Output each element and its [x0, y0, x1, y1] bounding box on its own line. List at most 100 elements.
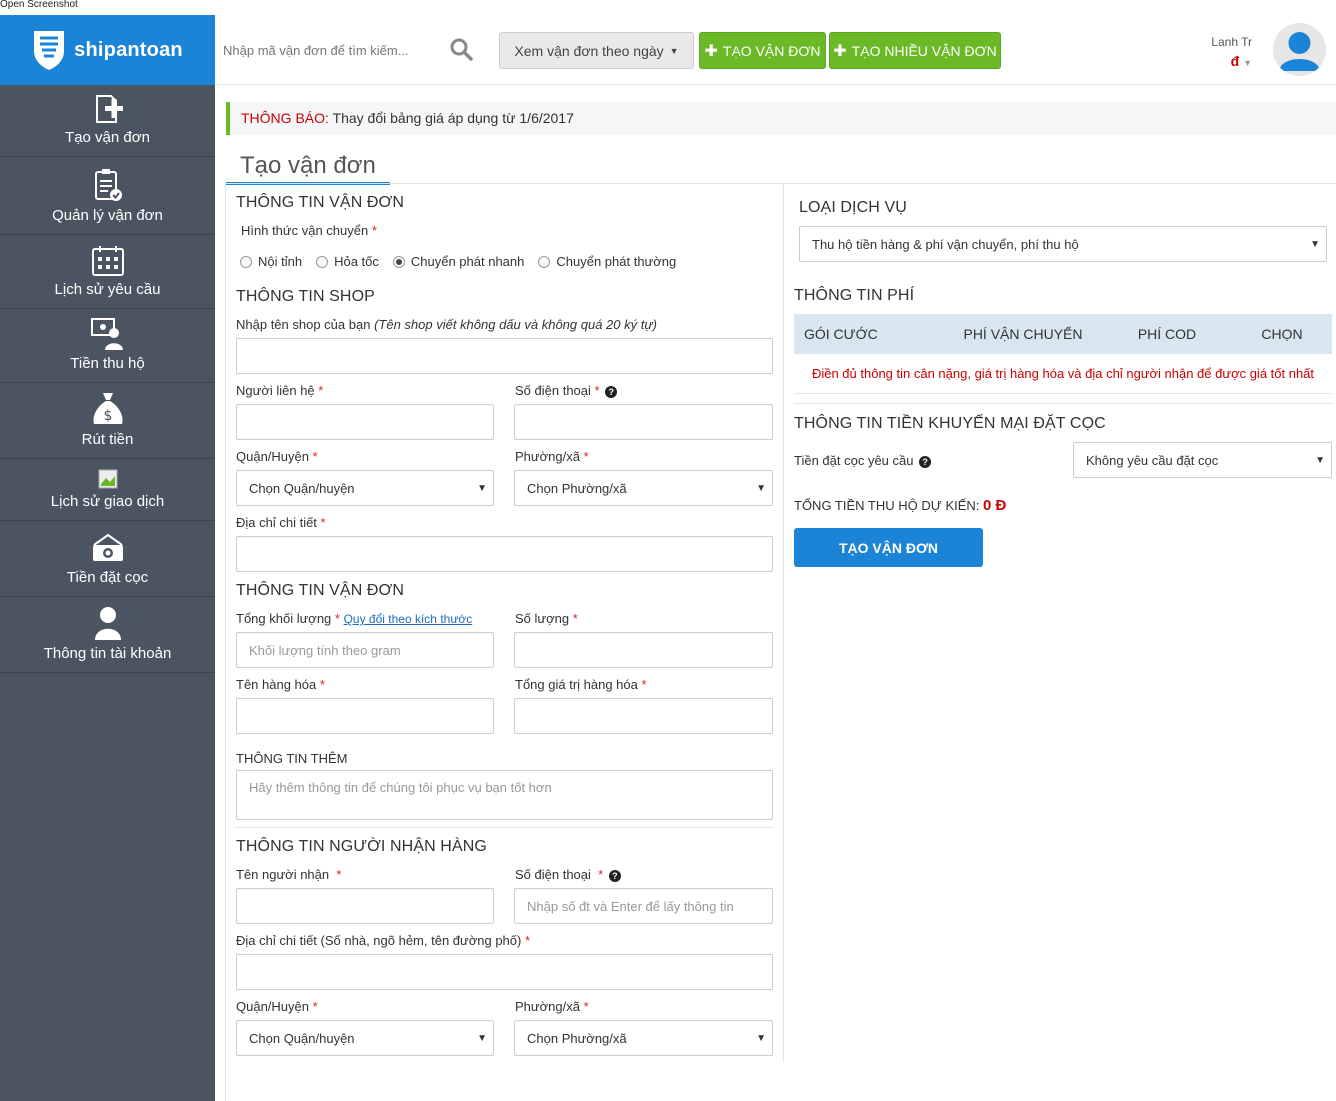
- submit-create-order-button[interactable]: TẠO VẬN ĐƠN: [794, 528, 983, 567]
- sidebar-item-request-history[interactable]: Lịch sử yêu cầu: [0, 235, 215, 309]
- shop-address-label: Địa chỉ chi tiết *: [236, 515, 326, 530]
- sidebar-item-create-order[interactable]: Tạo vận đơn: [0, 85, 215, 157]
- radio-noi-tinh[interactable]: Nội tỉnh: [240, 254, 302, 269]
- receiver-name-input[interactable]: [236, 888, 494, 924]
- caret-down-icon: ▼: [1243, 58, 1252, 68]
- shop-address-input[interactable]: [236, 536, 773, 572]
- service-type-select[interactable]: Thu hộ tiền hàng & phí vận chuyển, phí t…: [799, 226, 1327, 262]
- top-header: Xem vận đơn theo ngày ▼ ✚ TẠO VẬN ĐƠN ✚ …: [215, 15, 1336, 85]
- brand-logo[interactable]: shipantoan: [0, 15, 215, 85]
- section-title-fee-info: THÔNG TIN PHÍ: [794, 287, 915, 304]
- view-by-date-label: Xem vận đơn theo ngày: [514, 42, 664, 59]
- divider: [225, 183, 226, 1101]
- sidebar-item-transaction-history[interactable]: Lịch sử giao dịch: [0, 459, 215, 521]
- total-cod-value: 0 Đ: [983, 497, 1007, 514]
- column-header: CHỌN: [1261, 326, 1303, 342]
- sidebar-item-manage-orders[interactable]: Quản lý vận đơn: [0, 157, 215, 235]
- sidebar-item-withdraw[interactable]: $ Rút tiền: [0, 383, 215, 459]
- radio-chuyen-phat-nhanh[interactable]: Chuyển phát nhanh: [392, 254, 524, 269]
- sidebar-item-cod[interactable]: Tiền thu hộ: [0, 309, 215, 383]
- receiver-address-input[interactable]: [236, 954, 773, 990]
- notice-bar: THÔNG BÁO: Thay đổi bảng giá áp dụng từ …: [226, 102, 1336, 135]
- shop-name-label: Nhập tên shop của bạn (Tên shop viết khô…: [236, 317, 657, 332]
- clipboard-check-icon: [94, 169, 122, 201]
- sidebar-item-deposit[interactable]: Tiền đặt cọc: [0, 521, 215, 597]
- radio-hoa-toc[interactable]: Hỏa tốc: [316, 254, 379, 269]
- radio-circle: [538, 255, 551, 268]
- goods-name-input[interactable]: [236, 698, 494, 734]
- goods-value-input[interactable]: [514, 698, 773, 734]
- radio-chuyen-phat-thuong[interactable]: Chuyển phát thường: [538, 254, 676, 269]
- caret-down-icon: ▼: [669, 45, 679, 56]
- contact-input[interactable]: [236, 404, 494, 440]
- help-icon[interactable]: ?: [608, 869, 621, 882]
- shop-phone-input[interactable]: [514, 404, 773, 440]
- column-header: PHÍ VẬN CHUYỂN: [963, 326, 1083, 342]
- receiver-ward-select[interactable]: Chọn Phường/xã ▼: [514, 1020, 773, 1056]
- shipping-method-label: Hình thức vận chuyển *: [241, 223, 377, 238]
- radio-circle: [316, 255, 329, 268]
- user-menu[interactable]: Lanh Tr đ ▼: [1211, 35, 1252, 69]
- plus-icon: ✚: [833, 42, 847, 60]
- extra-info-textarea[interactable]: Hãy thêm thông tin để chúng tôi phục vụ …: [236, 770, 773, 820]
- svg-text:$: $: [103, 408, 112, 424]
- user-name: Lanh Tr: [1211, 35, 1252, 47]
- create-order-label: TẠO VẬN ĐƠN: [722, 42, 821, 59]
- sidebar-item-label: Lịch sử yêu cầu: [54, 281, 161, 298]
- help-icon[interactable]: ?: [919, 455, 932, 468]
- caret-down-icon: ▼: [477, 482, 487, 494]
- weight-input[interactable]: Khối lượng tính theo gram: [236, 632, 494, 668]
- receiver-name-label: Tên người nhận *: [236, 867, 342, 882]
- deposit-select[interactable]: Không yêu cầu đặt cọc ▼: [1073, 442, 1332, 478]
- deposit-label: Tiền đặt cọc yêu cầu ?: [794, 453, 932, 468]
- quantity-label: Số lượng *: [515, 611, 578, 626]
- shipping-method-radios: Nội tỉnh Hỏa tốc Chuyển phát nhanh Chuyể…: [240, 254, 690, 269]
- help-icon[interactable]: ?: [605, 385, 618, 398]
- weight-label: Tổng khối lượng * Quy đổi theo kích thướ…: [236, 611, 473, 626]
- cash-icon: [92, 533, 123, 561]
- sidebar-item-account[interactable]: Thông tin tài khoản: [0, 597, 215, 673]
- view-by-date-dropdown[interactable]: Xem vận đơn theo ngày ▼: [499, 32, 694, 69]
- user-money-icon: [90, 318, 123, 350]
- section-title-shop-info: THÔNG TIN SHOP: [236, 288, 375, 305]
- shop-ward-select[interactable]: Chọn Phường/xã ▼: [514, 470, 773, 506]
- sidebar: shipantoan Tạo vận đơn Quản lý vận đơn L…: [0, 15, 215, 1101]
- avatar[interactable]: [1273, 23, 1326, 76]
- money-bag-icon: $: [93, 393, 122, 424]
- section-title-order-info: THÔNG TIN VẬN ĐƠN: [236, 194, 405, 211]
- brand-name: shipantoan: [74, 38, 183, 61]
- contact-label: Người liên hệ *: [236, 383, 324, 398]
- divider: [226, 183, 1336, 184]
- shop-name-input[interactable]: [236, 338, 773, 374]
- column-header: GÓI CƯỚC: [804, 326, 878, 342]
- search-input[interactable]: [223, 37, 443, 63]
- convert-by-size-link[interactable]: Quy đổi theo kích thước: [344, 612, 473, 626]
- search-icon[interactable]: [449, 37, 473, 66]
- create-multiple-orders-button[interactable]: ✚ TẠO NHIỀU VẬN ĐƠN: [829, 32, 1001, 69]
- receiver-phone-input[interactable]: Nhập số đt và Enter để lấy thông tin: [514, 888, 773, 924]
- caret-down-icon: ▼: [756, 1032, 766, 1044]
- fee-table-header: GÓI CƯỚC PHÍ VẬN CHUYỂN PHÍ COD CHỌN: [794, 314, 1332, 354]
- create-multiple-label: TẠO NHIỀU VẬN ĐƠN: [851, 42, 997, 59]
- quantity-input[interactable]: [514, 632, 773, 668]
- notice-label: THÔNG BÁO:: [241, 110, 329, 126]
- plus-icon: ✚: [704, 42, 718, 60]
- broken-image-icon: [98, 469, 117, 489]
- receiver-district-select[interactable]: Chọn Quận/huyện ▼: [236, 1020, 494, 1056]
- create-order-button[interactable]: ✚ TẠO VẬN ĐƠN: [699, 32, 826, 69]
- sidebar-item-label: Quản lý vận đơn: [52, 207, 163, 224]
- caret-down-icon: ▼: [756, 482, 766, 494]
- notice-text: Thay đổi bảng giá áp dụng từ 1/6/2017: [332, 110, 574, 126]
- caret-down-icon: ▼: [477, 1032, 487, 1044]
- user-icon: [94, 607, 121, 640]
- section-title-deposit: THÔNG TIN TIỀN KHUYẾN MẠI ĐẶT CỌC: [794, 415, 1106, 432]
- window-caption: Open Screenshot: [0, 0, 78, 10]
- sidebar-item-label: Tiền đặt cọc: [66, 569, 149, 586]
- sidebar-item-label: Tiền thu hộ: [70, 355, 145, 372]
- shop-ward-label: Phường/xã *: [515, 449, 589, 464]
- goods-value-label: Tổng giá trị hàng hóa *: [515, 677, 647, 692]
- shop-district-select[interactable]: Chọn Quận/huyện ▼: [236, 470, 494, 506]
- sidebar-item-label: Lịch sử giao dịch: [50, 493, 165, 510]
- avatar-user-icon: [1279, 32, 1320, 71]
- fee-table: GÓI CƯỚC PHÍ VẬN CHUYỂN PHÍ COD CHỌN Điề…: [794, 314, 1332, 394]
